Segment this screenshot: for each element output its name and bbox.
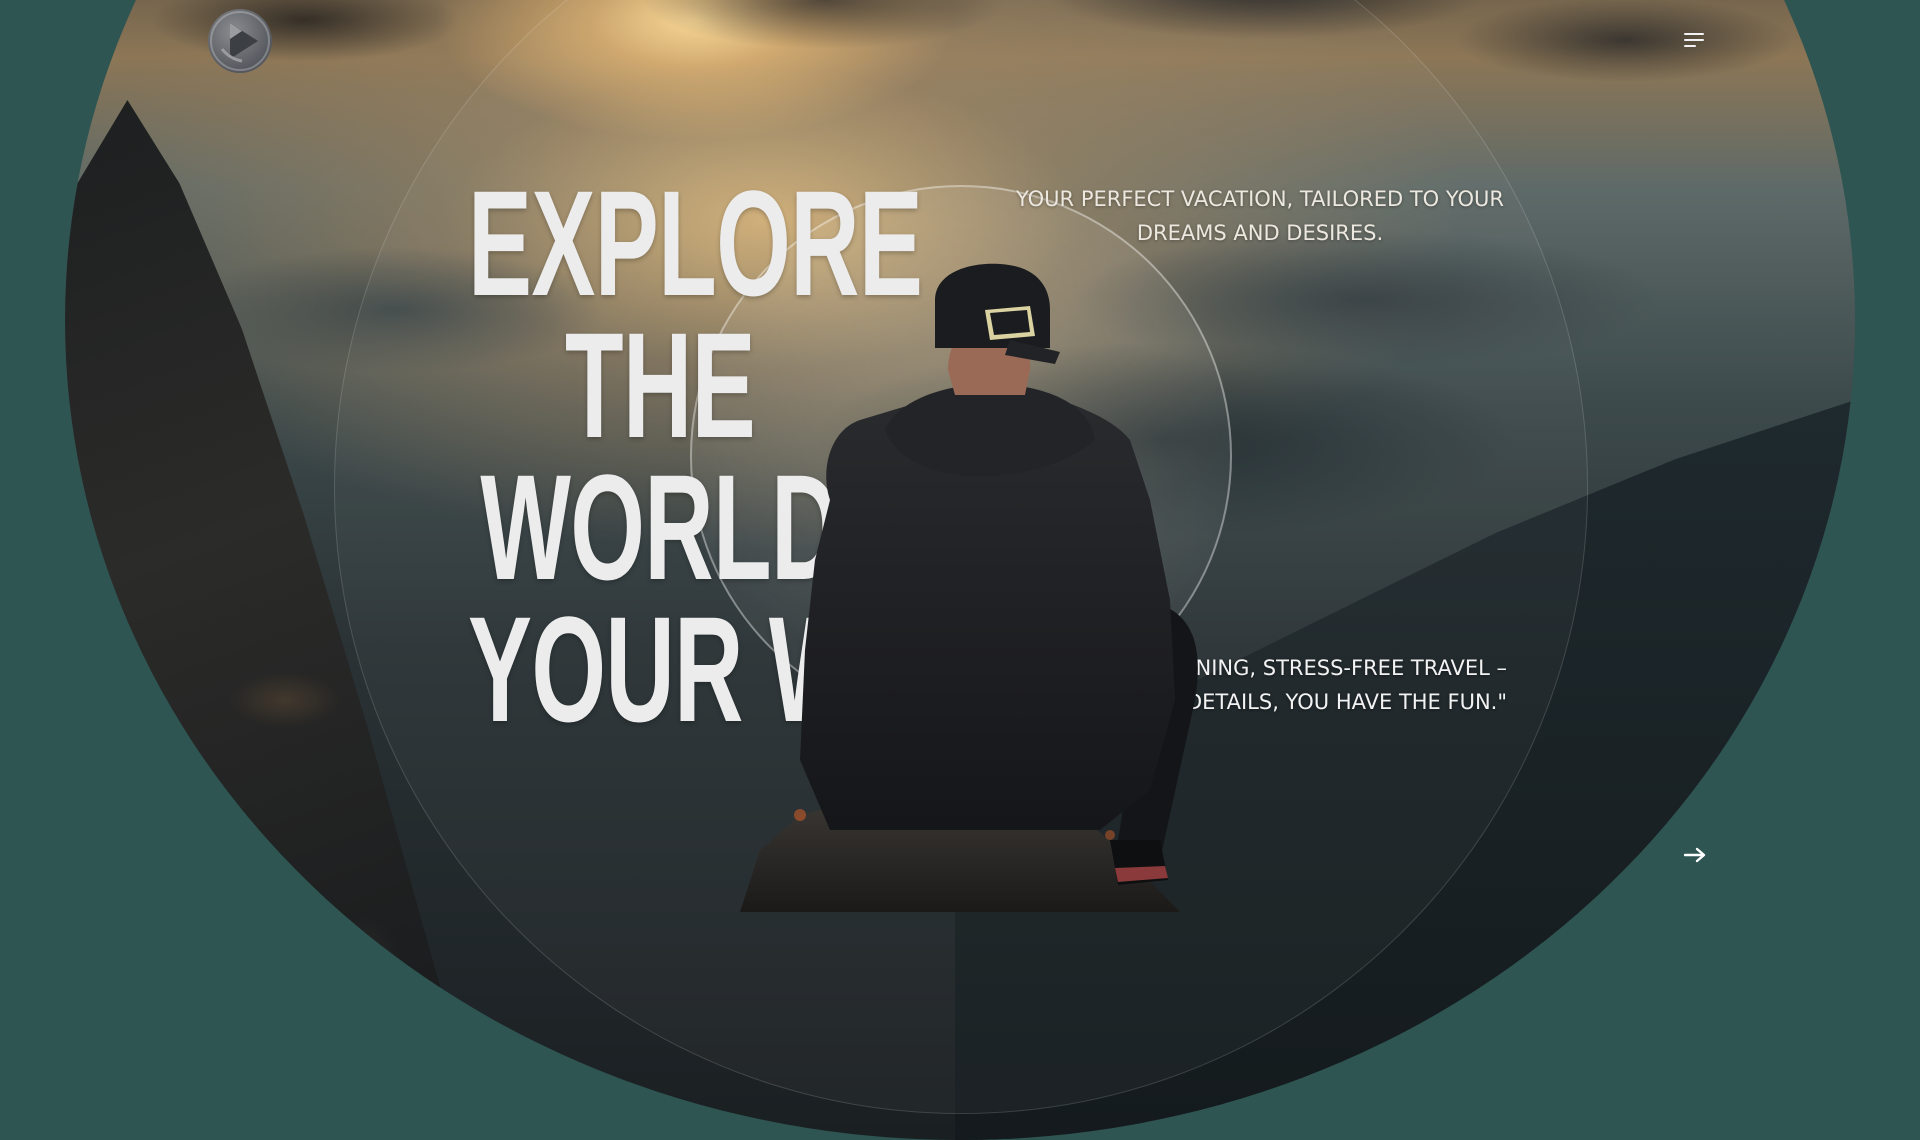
hero-tagline: YOUR PERFECT VACATION, TAILORED TO YOUR … — [1015, 187, 1505, 245]
arrow-right-icon[interactable] — [1680, 840, 1710, 870]
headline-line: THE — [564, 301, 756, 469]
quote-line: DETAILS, YOU HAVE THE FUN." — [1185, 690, 1507, 714]
quote-line: NING, STRESS-FREE TRAVEL – — [1195, 656, 1507, 680]
aperture-logo-icon[interactable] — [208, 9, 272, 73]
headline-line: EXPLORE — [468, 159, 923, 327]
hamburger-menu-icon[interactable] — [1684, 33, 1706, 49]
hero-quote: NING, STRESS-FREE TRAVEL – DETAILS, YOU … — [1022, 651, 1507, 719]
headline-line: WORLD — [480, 443, 840, 611]
headline-line: YOUR WA — [468, 585, 923, 753]
hero-headline: EXPLORE THE WORLD YOUR WA — [468, 159, 923, 753]
